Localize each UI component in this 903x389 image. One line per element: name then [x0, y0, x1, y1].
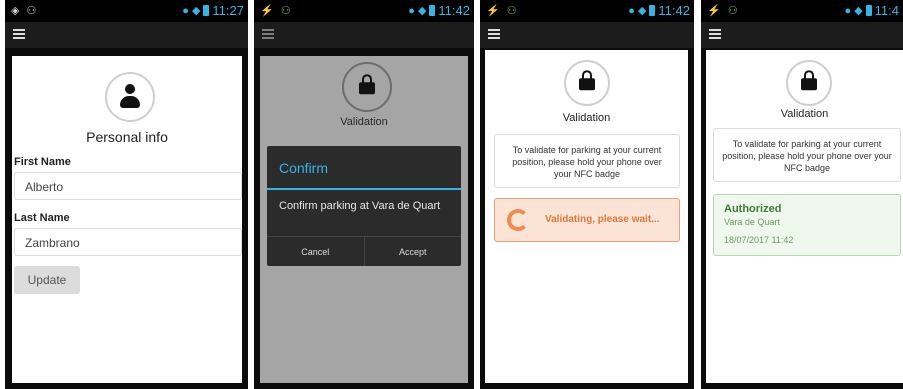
dialog-divider [267, 188, 461, 190]
location-icon: ● [182, 4, 189, 17]
lock-icon [579, 70, 595, 91]
validating-status: Validating, please wait... [494, 198, 680, 242]
cancel-button[interactable]: Cancel [267, 237, 364, 266]
page-title: Validation [780, 108, 829, 120]
nfc-instructions: To validate for parking at your current … [494, 134, 680, 188]
menu-icon[interactable] [709, 29, 721, 39]
avatar [105, 72, 155, 122]
status-left-icons: ⚡ ⚇ [707, 5, 740, 17]
battery-icon [203, 5, 210, 16]
wifi-icon: ◆ [417, 5, 427, 17]
app-bar [701, 22, 903, 48]
app-bar [254, 22, 474, 48]
status-time: 11:42 [658, 3, 690, 18]
app-bar [480, 22, 694, 48]
phone-screen-validating: ⚡ ⚇ ● ◆ 11:42 Validation To validate for… [480, 0, 694, 389]
authorized-datetime: 18/07/2017 11:42 [724, 235, 794, 245]
content-area: Validation To validate for parking at yo… [706, 50, 903, 383]
status-left-icons: ◈ ⚇ [11, 5, 39, 17]
menu-icon[interactable] [262, 29, 274, 39]
authorized-location: Vara de Quart [724, 217, 780, 227]
avatar [786, 60, 832, 106]
last-name-field[interactable]: Zambrano [14, 228, 242, 256]
battery-icon [865, 5, 872, 16]
wifi-icon: ◆ [637, 5, 647, 17]
dialog-message: Confirm parking at Vara de Quart [279, 200, 441, 212]
location-icon: ● [844, 4, 852, 17]
status-left-icons: ⚡ ⚇ [486, 5, 519, 17]
wifi-icon: ◆ [191, 5, 201, 17]
avatar [342, 62, 392, 112]
validating-text: Validating, please wait... [545, 214, 660, 225]
authorized-status: Authorized Vara de Quart 18/07/2017 11:4… [713, 194, 901, 256]
page-title: Validation [340, 116, 388, 128]
menu-icon[interactable] [488, 29, 500, 39]
accept-button[interactable]: Accept [363, 237, 462, 266]
location-icon: ● [408, 4, 415, 17]
status-bar: ⚡ ⚇ ● ◆ 11:4 [701, 0, 903, 22]
status-left-icons: ⚡ ⚇ [260, 5, 293, 17]
dialog-title: Confirm [279, 160, 329, 176]
battery-icon [429, 5, 436, 16]
phone-screen-personal-info: ◈ ⚇ ● ◆ 11:27 Personal info First Name A… [5, 0, 248, 389]
menu-icon[interactable] [13, 29, 25, 39]
status-bar: ⚡ ⚇ ● ◆ 11:42 [254, 0, 474, 22]
status-right: ● ◆ 11:27 [182, 3, 244, 18]
authorized-label: Authorized [724, 203, 782, 215]
page-title: Personal info [86, 129, 168, 145]
nfc-instructions: To validate for parking at your current … [713, 128, 901, 182]
status-right: ● ◆ 11:42 [408, 3, 470, 18]
status-right: ● ◆ 11:4 [845, 3, 899, 18]
status-time: 11:27 [212, 3, 244, 18]
avatar [564, 60, 610, 106]
battery-icon [649, 5, 656, 16]
status-time: 11:4 [874, 3, 899, 18]
update-button[interactable]: Update [14, 266, 80, 294]
location-icon: ● [628, 4, 635, 17]
status-time: 11:42 [438, 3, 470, 18]
dialog-buttons: Cancel Accept [267, 236, 461, 266]
phone-screen-authorized: ⚡ ⚇ ● ◆ 11:4 Validation To validate for … [701, 0, 903, 389]
person-icon [119, 84, 141, 110]
confirm-dialog: Confirm Confirm parking at Vara de Quart… [267, 146, 461, 266]
status-bar: ⚡ ⚇ ● ◆ 11:42 [480, 0, 694, 22]
first-name-field[interactable]: Alberto [14, 172, 242, 200]
last-name-label: Last Name [14, 212, 70, 224]
wifi-icon: ◆ [854, 5, 863, 17]
app-bar [5, 22, 248, 48]
status-right: ● ◆ 11:42 [628, 3, 690, 18]
lock-icon [359, 74, 375, 95]
content-area: Validation To validate for parking at yo… [485, 50, 688, 383]
page-title: Validation [562, 112, 611, 124]
first-name-label: First Name [14, 156, 71, 168]
status-bar: ◈ ⚇ ● ◆ 11:27 [5, 0, 248, 22]
lock-icon [801, 70, 817, 91]
content-area: Personal info First Name Alberto Last Na… [12, 56, 242, 383]
spinner-icon [507, 209, 529, 231]
